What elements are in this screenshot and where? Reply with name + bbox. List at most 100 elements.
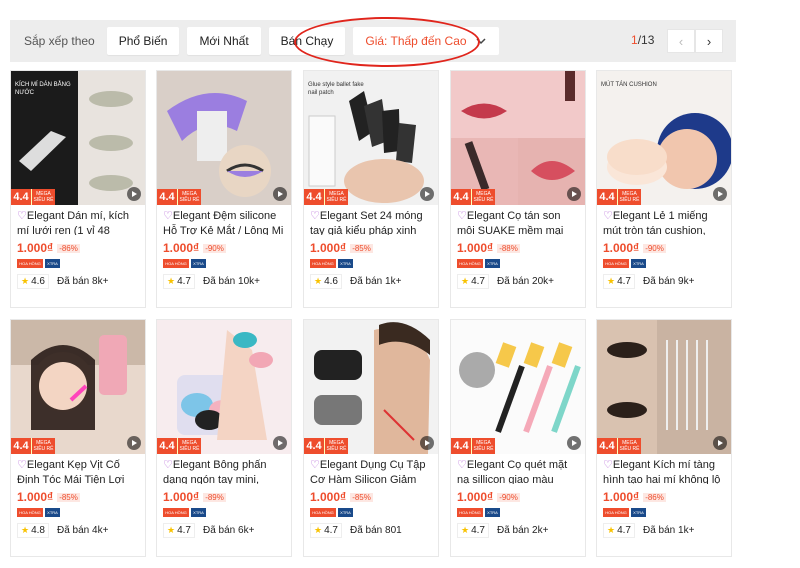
product-title[interactable]: ♡Elegant Kích mí tàng hình tạo hai mí kh… [597, 454, 731, 484]
badge-main: 4.4 [597, 189, 617, 205]
product-price: 1.000₫ [163, 241, 200, 255]
heart-icon: ♡ [603, 459, 613, 471]
product-title[interactable]: ♡Elegant Dụng Cụ Tập Cơ Hàm Silicon Giảm… [304, 454, 438, 484]
pager-buttons: ‹ › [667, 29, 723, 53]
product-title[interactable]: ♡Elegant Đệm silicone Hỗ Trợ Kẻ Mắt / Lô… [157, 205, 291, 235]
product-title[interactable]: ♡Elegant Set 24 móng tay giả kiểu pháp x… [304, 205, 438, 235]
product-title[interactable]: ♡Elegant Dán mí, kích mí lưới ren (1 vỉ … [11, 205, 145, 235]
product-title[interactable]: ♡Elegant Cọ quét mặt nạ sillicon giao mà… [451, 454, 585, 484]
badge-sub: MEGA SIÊU RẺ [31, 189, 55, 205]
heart-icon: ♡ [603, 210, 613, 222]
product-image[interactable]: 4.4 MEGA SIÊU RẺ [451, 320, 585, 454]
price-line: 1.000₫ -90% [157, 235, 291, 255]
product-image[interactable]: MÚT TÁN CUSHION 4.4 MEGA SIÊU RẺ [597, 71, 731, 205]
product-image[interactable]: KÍCH MÍ DÁN BẰNG NƯỚC 4.4 MEGA SIÊU RẺ [11, 71, 145, 205]
discount-badge: -90% [643, 243, 666, 253]
product-title[interactable]: ♡Elegant Cọ tán son môi SUAKE mềm mại ca… [451, 205, 585, 235]
play-icon[interactable] [567, 436, 581, 450]
tag-xtra: XTRA [45, 259, 60, 268]
play-icon[interactable] [273, 187, 287, 201]
product-title[interactable]: ♡Elegant Bông phấn dạng ngón tay mini, t… [157, 454, 291, 484]
play-icon[interactable] [273, 436, 287, 450]
tag-hoa-hong: HOA HỒNG [457, 508, 483, 517]
star-icon: ★ [607, 525, 616, 535]
tag-xtra: XTRA [631, 259, 646, 268]
sort-bestselling-button[interactable]: Bán Chạy [268, 27, 346, 55]
price-sort-select[interactable]: Giá: Thấp đến Cao [353, 27, 500, 55]
meta-line: ★ 4.7 Đã bán 801 [304, 517, 438, 538]
product-card[interactable]: 4.4 MEGA SIÊU RẺ ♡Elegant Kẹp Vịt Cố Định T… [10, 319, 146, 557]
product-price: 1.000₫ [603, 490, 640, 504]
badge-main: 4.4 [304, 438, 324, 454]
sort-popular-button[interactable]: Phổ Biến [106, 27, 180, 55]
product-card[interactable]: 4.4 MEGA SIÊU RẺ ♡Elegant Bông phấn dạng ng… [156, 319, 292, 557]
discount-badge: -86% [643, 492, 666, 502]
badge-main: 4.4 [304, 189, 324, 205]
product-card[interactable]: 4.4 MEGA SIÊU RẺ ♡Elegant Cọ tán son môi SU… [450, 70, 586, 308]
tag-hoa-hong: HOA HỒNG [603, 508, 629, 517]
product-image[interactable]: 4.4 MEGA SIÊU RẺ [157, 71, 291, 205]
badge-sub: MEGA SIÊU RẺ [31, 438, 55, 454]
price-line: 1.000₫ -86% [597, 484, 731, 504]
tag-xtra: XTRA [485, 259, 500, 268]
next-page-button[interactable]: › [695, 29, 723, 53]
price-line: 1.000₫ -90% [451, 484, 585, 504]
tag-hoa-hong: HOA HỒNG [457, 259, 483, 268]
badge-sub: MEGA SIÊU RẺ [177, 438, 201, 454]
play-icon[interactable] [567, 187, 581, 201]
tag-hoa-hong: HOA HỒNG [603, 259, 629, 268]
product-image[interactable]: 4.4 MEGA SIÊU RẺ [157, 320, 291, 454]
mega-sale-badge: 4.4 MEGA SIÊU RẺ [597, 438, 641, 454]
product-card[interactable]: 4.4 MEGA SIÊU RẺ ♡Elegant Cọ quét mặt nạ si… [450, 319, 586, 557]
price-line: 1.000₫ -86% [11, 235, 145, 255]
sort-newest-button[interactable]: Mới Nhất [187, 27, 261, 55]
product-card[interactable]: Glue style ballet fake nail patch 4.4 MEGA… [303, 70, 439, 308]
rating-badge: ★ 4.7 [310, 523, 342, 538]
product-card[interactable]: 4.4 MEGA SIÊU RẺ ♡Elegant Đệm silicone Hỗ T… [156, 70, 292, 308]
rating-badge: ★ 4.8 [17, 523, 49, 538]
page-indicator: 1 /13 [631, 33, 654, 47]
star-icon: ★ [167, 276, 176, 286]
product-image[interactable]: 4.4 MEGA SIÊU RẺ [451, 71, 585, 205]
product-card[interactable]: MÚT TÁN CUSHION 4.4 MEGA SIÊU RẺ ♡Elegant Lẻ… [596, 70, 732, 308]
product-image[interactable]: 4.4 MEGA SIÊU RẺ [11, 320, 145, 454]
sort-label: Sắp xếp theo [24, 34, 95, 48]
meta-line: ★ 4.7 Đã bán 20k+ [451, 268, 585, 289]
play-icon[interactable] [420, 436, 434, 450]
product-image[interactable]: 4.4 MEGA SIÊU RẺ [304, 320, 438, 454]
promo-tags: HOA HỒNG XTRA [451, 504, 585, 517]
badge-main: 4.4 [157, 438, 177, 454]
tag-xtra: XTRA [191, 259, 206, 268]
play-icon[interactable] [713, 436, 727, 450]
badge-sub: MEGA SIÊU RẺ [617, 189, 641, 205]
rating-value: 4.7 [177, 276, 191, 287]
meta-line: ★ 4.8 Đã bán 4k+ [11, 517, 145, 538]
heart-icon: ♡ [17, 210, 27, 222]
product-image[interactable]: Glue style ballet fake nail patch 4.4 MEGA… [304, 71, 438, 205]
product-card[interactable]: KÍCH MÍ DÁN BẰNG NƯỚC 4.4 MEGA SIÊU RẺ ♡Eleg… [10, 70, 146, 308]
discount-badge: -86% [57, 243, 80, 253]
page-current: 1 [631, 33, 638, 47]
heart-icon: ♡ [163, 210, 173, 222]
play-icon[interactable] [127, 187, 141, 201]
product-card[interactable]: 4.4 MEGA SIÊU RẺ ♡Elegant Dụng Cụ Tập Cơ Hà… [303, 319, 439, 557]
rating-badge: ★ 4.6 [310, 274, 342, 289]
heart-icon: ♡ [457, 459, 467, 471]
product-title[interactable]: ♡Elegant Kẹp Vịt Cố Định Tóc Mái Tiện Lợ… [11, 454, 145, 484]
play-icon[interactable] [713, 187, 727, 201]
play-icon[interactable] [127, 436, 141, 450]
product-title[interactable]: ♡Elegant Lẻ 1 miếng mút tròn tán cushion… [597, 205, 731, 235]
prev-page-button[interactable]: ‹ [667, 29, 695, 53]
meta-line: ★ 4.7 Đã bán 1k+ [597, 517, 731, 538]
badge-sub: MEGA SIÊU RẺ [617, 438, 641, 454]
play-icon[interactable] [420, 187, 434, 201]
price-line: 1.000₫ -90% [597, 235, 731, 255]
rating-badge: ★ 4.7 [457, 523, 489, 538]
meta-line: ★ 4.7 Đã bán 10k+ [157, 268, 291, 289]
product-image[interactable]: 4.4 MEGA SIÊU RẺ [597, 320, 731, 454]
price-line: 1.000₫ -85% [304, 484, 438, 504]
mega-sale-badge: 4.4 MEGA SIÊU RẺ [304, 189, 348, 205]
price-sort-value: Giá: Thấp đến Cao [365, 34, 467, 48]
product-card[interactable]: 4.4 MEGA SIÊU RẺ ♡Elegant Kích mí tàng hình… [596, 319, 732, 557]
rating-badge: ★ 4.7 [457, 274, 489, 289]
